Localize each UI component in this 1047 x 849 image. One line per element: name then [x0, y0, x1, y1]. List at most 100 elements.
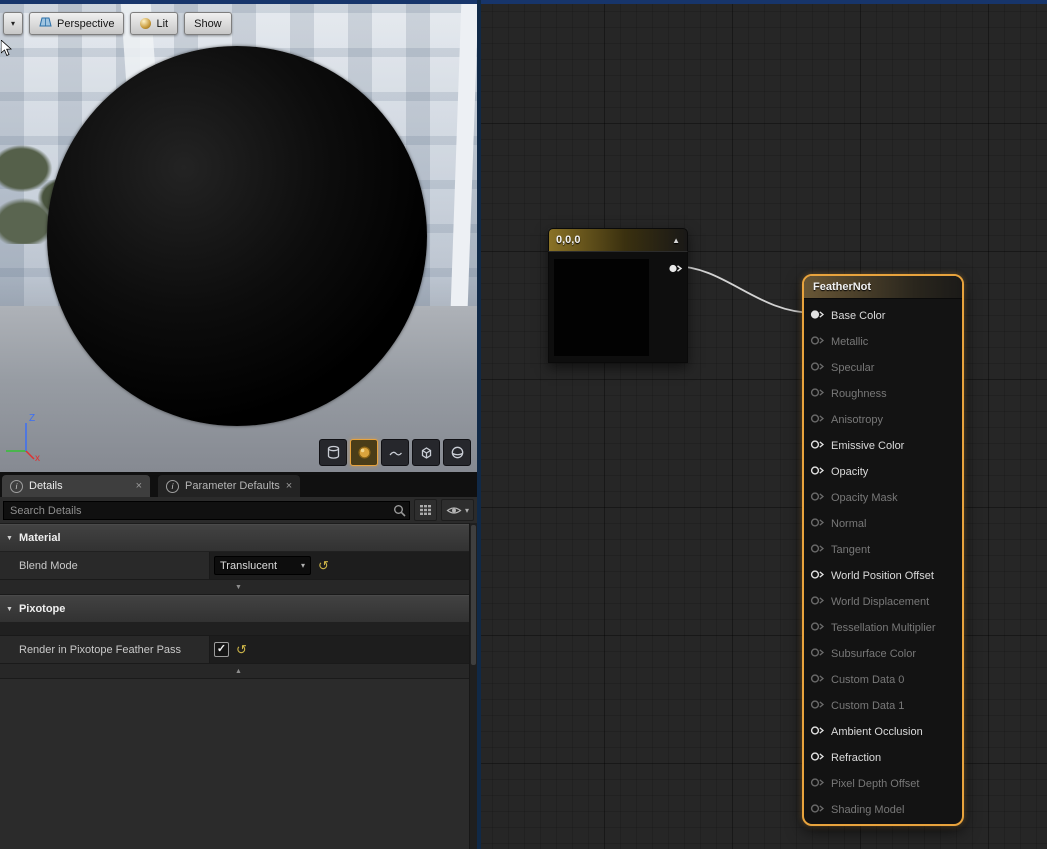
material-input-pin-row: World Displacement: [804, 589, 962, 615]
pin-label: Tangent: [831, 544, 870, 556]
close-icon[interactable]: ×: [136, 480, 142, 492]
reset-to-default-icon[interactable]: ↺: [318, 559, 329, 572]
blend-mode-row: Blend Mode Translucent ▾ ↺: [0, 552, 477, 580]
constant-node-header[interactable]: 0,0,0 ▲: [548, 228, 688, 251]
axis-gizmo: Z x: [4, 407, 50, 468]
constant-node-title: 0,0,0: [556, 234, 580, 246]
lit-label: Lit: [156, 18, 168, 30]
pin-label: Tessellation Multiplier: [831, 622, 936, 634]
preview-shape-teapot-button[interactable]: [443, 439, 471, 466]
pin-icon[interactable]: [810, 803, 825, 817]
pin-label: World Displacement: [831, 596, 929, 608]
expand-arrow-icon: ▼: [235, 584, 242, 591]
section-material-title: Material: [19, 532, 61, 544]
material-input-pin-row: Subsurface Color: [804, 641, 962, 667]
preview-viewport[interactable]: ▾ Perspective Lit Show: [0, 4, 477, 472]
display-filter-button[interactable]: [414, 499, 437, 521]
show-flags-button[interactable]: Show: [184, 12, 232, 35]
expand-arrow-icon: ▼: [6, 535, 13, 542]
pin-label: Specular: [831, 362, 874, 374]
viewport-toolbar: ▾ Perspective Lit Show: [3, 12, 232, 35]
pin-icon[interactable]: [810, 673, 825, 687]
feather-pass-value-cell: ✓ ↺: [210, 636, 477, 663]
pin-icon[interactable]: [810, 543, 825, 557]
pin-icon[interactable]: [810, 309, 825, 323]
pin-icon[interactable]: [810, 595, 825, 609]
feather-pass-label: Render in Pixotope Feather Pass: [0, 636, 210, 663]
close-icon[interactable]: ×: [286, 480, 292, 492]
pin-icon[interactable]: [810, 491, 825, 505]
material-node-header[interactable]: FeatherNot: [804, 276, 962, 299]
material-input-pin-row: Opacity Mask: [804, 485, 962, 511]
pin-label: Subsurface Color: [831, 648, 916, 660]
show-label: Show: [194, 18, 222, 30]
pin-icon[interactable]: [810, 387, 825, 401]
constant-color-node[interactable]: 0,0,0 ▲: [548, 228, 688, 363]
pin-icon[interactable]: [810, 777, 825, 791]
preview-shape-sphere-button[interactable]: [350, 439, 378, 466]
section-collapser[interactable]: ▲: [0, 664, 477, 679]
pin-label: Opacity Mask: [831, 492, 898, 504]
pin-icon[interactable]: [810, 517, 825, 531]
material-input-pin-row: Custom Data 0: [804, 667, 962, 693]
pin-icon[interactable]: [810, 621, 825, 635]
grid-icon: [419, 504, 432, 516]
feather-pass-checkbox[interactable]: ✓: [214, 642, 229, 657]
panel-divider[interactable]: [477, 0, 481, 849]
details-tabbar: i Details × i Parameter Defaults ×: [0, 472, 477, 497]
material-input-pin-row: Ambient Occlusion: [804, 719, 962, 745]
pin-icon[interactable]: [810, 439, 825, 453]
search-input[interactable]: [3, 501, 410, 520]
preview-shape-cube-button[interactable]: [412, 439, 440, 466]
section-header-pixotope[interactable]: ▼ Pixotope: [0, 595, 477, 623]
sphere-icon: [357, 445, 372, 460]
material-graph-canvas[interactable]: 0,0,0 ▲ FeatherNot Base Color: [481, 4, 1047, 849]
lit-mode-button[interactable]: Lit: [130, 12, 178, 35]
chevron-down-icon: ▾: [11, 19, 15, 28]
chevron-down-icon: ▾: [301, 561, 305, 570]
pin-label: Custom Data 1: [831, 700, 904, 712]
preview-shape-cylinder-button[interactable]: [319, 439, 347, 466]
blend-mode-dropdown[interactable]: Translucent ▾: [214, 556, 311, 575]
material-node-pins: Base Color Metallic Specular Roughness: [804, 299, 962, 823]
material-input-pin-row: Tessellation Multiplier: [804, 615, 962, 641]
material-input-pin-row: Custom Data 1: [804, 693, 962, 719]
scrollbar-thumb[interactable]: [471, 525, 476, 665]
material-input-pin-row: Emissive Color: [804, 433, 962, 459]
section-header-material[interactable]: ▼ Material: [0, 524, 477, 552]
perspective-icon: [39, 17, 52, 30]
reset-to-default-icon[interactable]: ↺: [236, 643, 247, 656]
preview-shape-plane-button[interactable]: [381, 439, 409, 466]
pin-icon[interactable]: [810, 751, 825, 765]
pin-icon[interactable]: [810, 361, 825, 375]
pin-icon[interactable]: [810, 699, 825, 713]
output-pin[interactable]: [668, 261, 683, 279]
section-pixotope-title: Pixotope: [19, 603, 65, 615]
details-scrollbar[interactable]: [469, 523, 477, 849]
details-panel: i Details × i Parameter Defaults ×: [0, 472, 477, 849]
material-preview-sphere[interactable]: [47, 46, 427, 426]
details-search-row: ▾: [0, 497, 477, 524]
pin-icon[interactable]: [810, 725, 825, 739]
material-input-pin-row: Opacity: [804, 459, 962, 485]
row-spacer: [0, 623, 477, 636]
material-result-node[interactable]: FeatherNot Base Color Metallic Specular: [802, 274, 964, 826]
viewport-options-button[interactable]: ▾: [3, 12, 23, 35]
pin-icon[interactable]: [810, 569, 825, 583]
section-expander[interactable]: ▼: [0, 580, 477, 595]
color-preview-swatch: [554, 259, 649, 356]
pin-icon[interactable]: [810, 335, 825, 349]
tab-details[interactable]: i Details ×: [2, 475, 150, 497]
view-options-button[interactable]: ▾: [441, 499, 474, 521]
lit-sphere-icon: [140, 18, 151, 29]
pin-icon[interactable]: [810, 647, 825, 661]
pin-icon[interactable]: [810, 413, 825, 427]
perspective-button[interactable]: Perspective: [29, 12, 124, 35]
tab-parameter-defaults[interactable]: i Parameter Defaults ×: [158, 475, 300, 497]
collapse-arrow-icon[interactable]: ▲: [672, 236, 680, 245]
search-icon: [393, 504, 406, 522]
material-input-pin-row: Refraction: [804, 745, 962, 771]
material-input-pin-row: Roughness: [804, 381, 962, 407]
material-input-pin-row: Base Color: [804, 303, 962, 329]
pin-icon[interactable]: [810, 465, 825, 479]
